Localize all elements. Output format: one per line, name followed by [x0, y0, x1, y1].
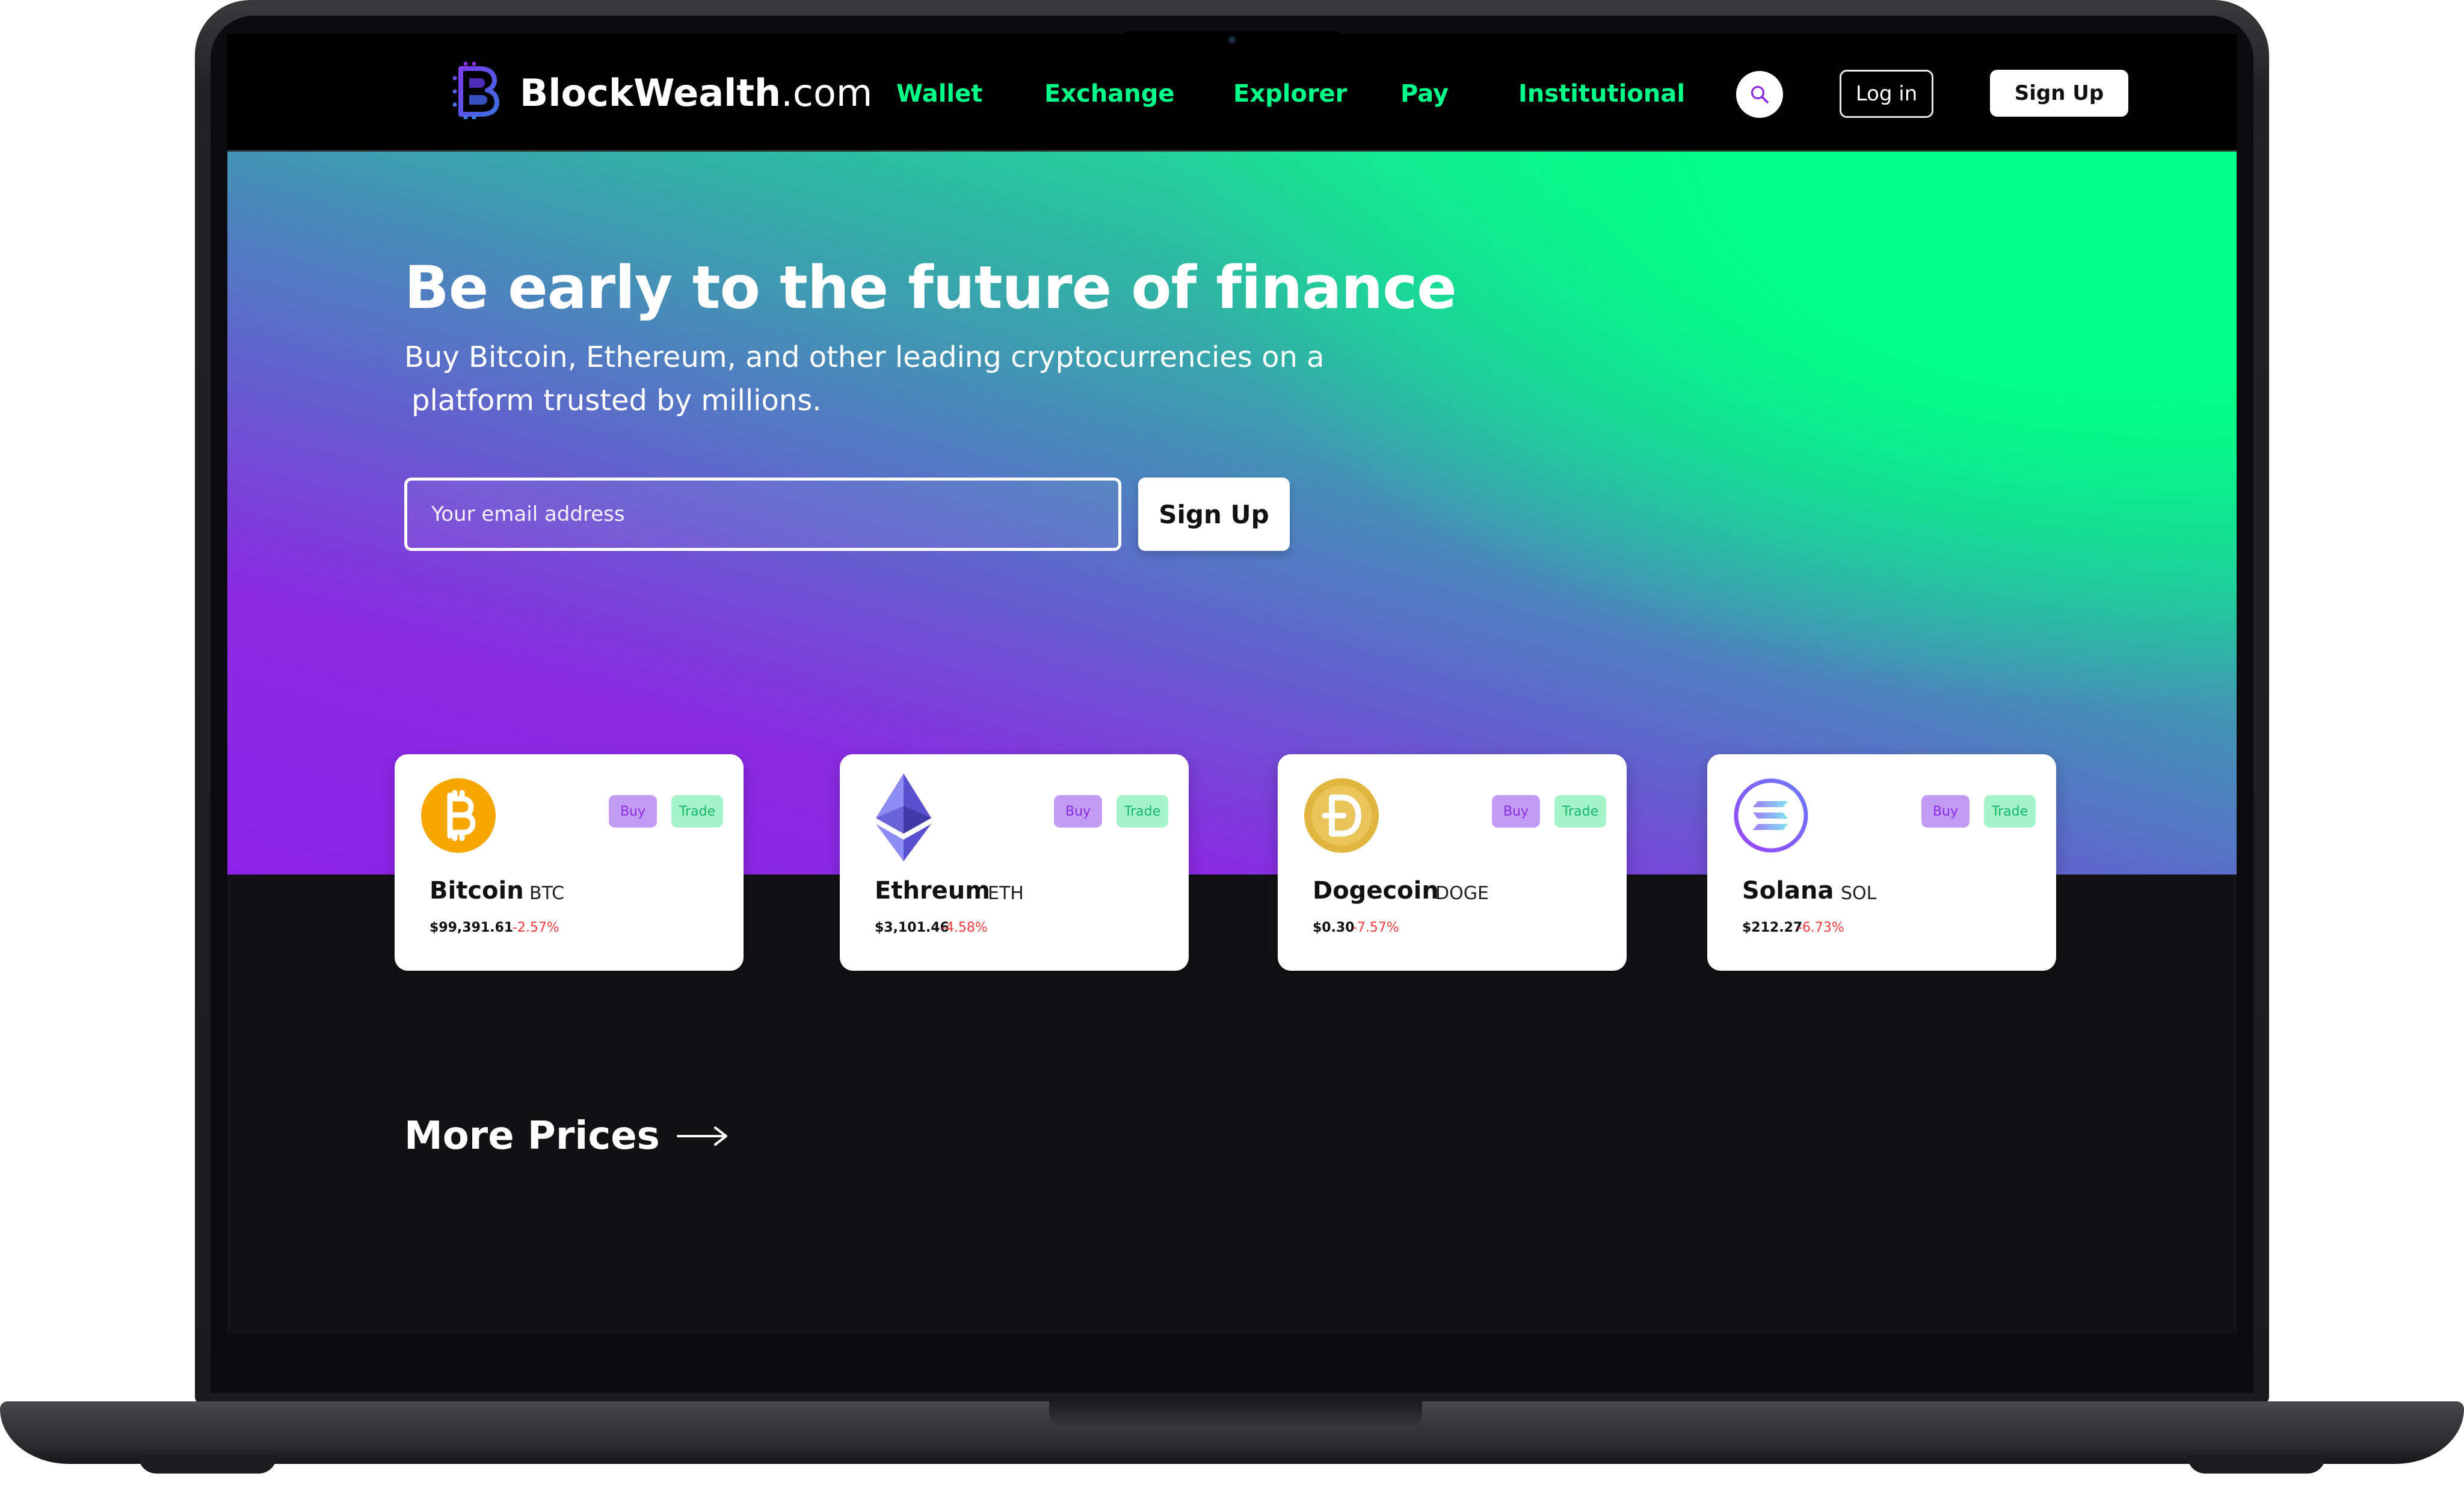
- hero-subtitle-line-1: Buy Bitcoin, Ethereum, and other leading…: [404, 340, 1325, 374]
- coin-price: $3,101.46: [875, 920, 949, 935]
- coin-symbol: BTC: [529, 883, 565, 904]
- laptop-lip: [1049, 1401, 1422, 1430]
- login-button[interactable]: Log in: [1840, 70, 1933, 118]
- coin-price: $212.27: [1742, 920, 1803, 935]
- coin-change: -2.57%: [513, 920, 559, 935]
- search-button[interactable]: [1736, 71, 1783, 118]
- laptop-foot-right: [2187, 1455, 2326, 1474]
- coin-name: Dogecoin: [1313, 877, 1439, 905]
- trade-button[interactable]: Trade: [671, 795, 723, 828]
- bitcoin-icon: [420, 777, 497, 859]
- nav-link-institutional[interactable]: Institutional: [1518, 76, 1685, 112]
- coin-card-dogecoin[interactable]: Buy Trade Dogecoin DOGE $0.30 -7.57%: [1278, 754, 1627, 971]
- coin-change: -4.58%: [941, 920, 988, 935]
- hero-title: Be early to the future of finance: [404, 254, 1457, 322]
- logo-domain-suffix: .com: [781, 71, 873, 115]
- ethereum-icon: [865, 773, 942, 861]
- nav-signup-button[interactable]: Sign Up: [1990, 70, 2128, 117]
- coin-change: -7.57%: [1352, 920, 1399, 935]
- buy-button[interactable]: Buy: [1492, 795, 1540, 828]
- more-prices-label: More Prices: [404, 1114, 660, 1158]
- logo-brand-name: BlockWealth: [520, 71, 781, 115]
- coin-name: Bitcoin: [430, 877, 524, 905]
- email-field[interactable]: [404, 478, 1121, 551]
- hero-subtitle-line-2: platform trusted by millions.: [411, 384, 822, 417]
- coin-change: -6.73%: [1797, 920, 1844, 935]
- blockwealth-logo-icon[interactable]: [451, 61, 502, 120]
- coin-symbol: SOL: [1841, 883, 1877, 904]
- trade-button[interactable]: Trade: [1554, 795, 1606, 828]
- nav-link-explorer[interactable]: Explorer: [1233, 76, 1348, 112]
- coin-name: Ethreum: [875, 877, 990, 905]
- coin-card-ethereum[interactable]: Buy Trade Ethreum ETH $3,101.46 -4.58%: [840, 754, 1189, 971]
- coin-name: Solana: [1742, 877, 1834, 905]
- arrow-right-icon: [676, 1127, 727, 1146]
- coin-card-bitcoin[interactable]: Buy Trade Bitcoin BTC $99,391.61 -2.57%: [395, 754, 744, 971]
- nav-link-pay[interactable]: Pay: [1400, 76, 1449, 112]
- browser-viewport: BlockWealth.com Wallet Exchange Explorer…: [227, 34, 2237, 1334]
- solana-icon: [1732, 777, 1810, 859]
- laptop-foot-left: [138, 1455, 277, 1474]
- nav-link-exchange[interactable]: Exchange: [1044, 76, 1175, 112]
- webcam: [1228, 36, 1236, 43]
- coin-price: $99,391.61: [430, 920, 514, 935]
- coin-price: $0.30: [1313, 920, 1355, 935]
- buy-button[interactable]: Buy: [1921, 795, 1970, 828]
- trade-button[interactable]: Trade: [1984, 795, 2036, 828]
- more-prices-link[interactable]: More Prices: [404, 1103, 728, 1169]
- hero-signup-button[interactable]: Sign Up: [1138, 478, 1290, 551]
- coin-card-solana[interactable]: Buy Trade Solana SOL $212.27 -6.73%: [1707, 754, 2056, 971]
- buy-button[interactable]: Buy: [1054, 795, 1102, 828]
- nav-link-wallet[interactable]: Wallet: [896, 76, 982, 112]
- buy-button[interactable]: Buy: [609, 795, 657, 828]
- search-icon: [1751, 85, 1769, 103]
- coin-symbol: ETH: [988, 883, 1024, 904]
- trade-button[interactable]: Trade: [1116, 795, 1168, 828]
- site-logo[interactable]: BlockWealth.com: [520, 66, 872, 120]
- coin-symbol: DOGE: [1435, 883, 1489, 904]
- dogecoin-icon: [1303, 777, 1380, 859]
